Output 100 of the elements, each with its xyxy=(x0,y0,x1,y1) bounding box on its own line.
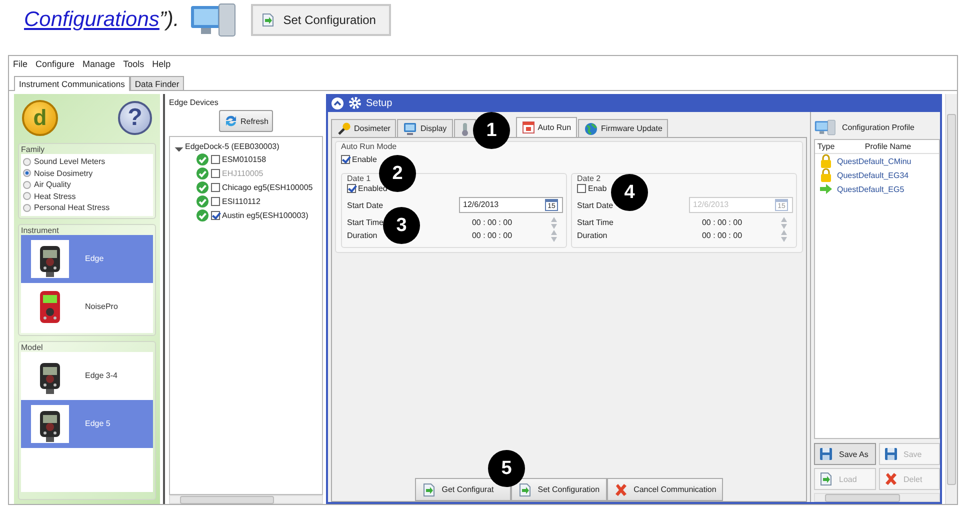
logo: d xyxy=(22,100,58,136)
tab[interactable]: Data Finder xyxy=(130,76,184,90)
check-icon xyxy=(196,152,209,166)
floppy-icon xyxy=(819,447,833,461)
thermometer-icon xyxy=(460,122,470,136)
checkbox[interactable] xyxy=(211,196,220,206)
checkbox[interactable] xyxy=(211,154,220,164)
check-icon xyxy=(196,180,209,194)
tab[interactable]: Display xyxy=(397,119,453,137)
monitor-icon xyxy=(403,122,418,136)
computer-icon xyxy=(814,118,836,136)
list-item[interactable]: Edge 3-4 xyxy=(21,352,153,400)
checkbox[interactable] xyxy=(347,184,356,193)
lock-icon xyxy=(820,168,832,182)
document-arrow-icon xyxy=(261,13,276,27)
check-icon xyxy=(196,166,209,180)
tab[interactable]: Dosimeter xyxy=(331,119,396,137)
list-item[interactable]: NoisePro xyxy=(21,282,153,330)
tree-item[interactable]: ESM010158 xyxy=(222,154,266,164)
x-icon xyxy=(614,482,628,496)
tree-item[interactable]: ESI110112 xyxy=(222,196,260,206)
time-field[interactable]: 00 : 00 : 00 xyxy=(678,231,766,240)
document-arrow-icon xyxy=(518,482,532,496)
microphone-icon xyxy=(337,122,351,136)
document-arrow-icon xyxy=(422,482,436,496)
field-label: Duration xyxy=(347,231,378,240)
table-cell[interactable]: QuestDefault_CMinu xyxy=(837,156,939,166)
field-label: Start Date xyxy=(577,200,614,210)
radio-button[interactable] xyxy=(23,204,31,212)
field-label: Start Date xyxy=(347,200,384,210)
group-title: Model xyxy=(21,342,44,352)
checkbox-label: Enab xyxy=(588,184,607,193)
menu-item[interactable]: Configure xyxy=(36,59,75,69)
table-cell[interactable]: QuestDefault_EG34 xyxy=(837,170,939,180)
action-button[interactable]: Set Configuration xyxy=(510,478,607,501)
radio-label: Personal Heat Stress xyxy=(34,203,110,212)
document-arrow-icon xyxy=(819,472,833,486)
computer-icon xyxy=(189,2,238,38)
profile-button[interactable]: Save As xyxy=(814,443,876,465)
gear-icon xyxy=(348,96,362,110)
tab[interactable]: Auto Run xyxy=(516,117,578,137)
time-field[interactable]: 00 : 00 : 00 xyxy=(678,218,766,227)
checkbox[interactable] xyxy=(341,154,350,164)
collapse-icon xyxy=(331,96,344,110)
arrow-icon xyxy=(819,183,833,195)
radio-button[interactable] xyxy=(23,192,31,200)
link[interactable]: Configurations xyxy=(24,8,160,32)
radio-label: Sound Level Meters xyxy=(34,157,106,166)
radio-label: Noise Dosimetry xyxy=(34,168,93,178)
radio-label: Air Quality xyxy=(34,180,71,190)
table-cell[interactable]: QuestDefault_EG5 xyxy=(837,184,939,194)
checkbox[interactable] xyxy=(211,210,220,220)
tab[interactable] xyxy=(454,119,476,137)
column-header: Type xyxy=(816,142,836,151)
vertical-scrollbar[interactable] xyxy=(945,94,957,504)
radio-button[interactable] xyxy=(23,180,31,189)
horizontal-scrollbar[interactable] xyxy=(169,495,323,504)
tree-item[interactable]: Austin eg5(ESH100003) xyxy=(222,210,308,220)
group-title: Date 2 xyxy=(577,174,602,183)
checkbox[interactable] xyxy=(211,182,220,192)
x-icon xyxy=(884,472,898,486)
radio-button[interactable] xyxy=(23,158,31,166)
calendar-icon xyxy=(522,121,535,134)
check-icon xyxy=(196,194,209,208)
column-header: Profile Name xyxy=(864,142,912,151)
action-button[interactable]: Cancel Communication xyxy=(606,478,724,501)
checkbox-label: Enable xyxy=(352,154,377,164)
help-icon[interactable]: ? xyxy=(118,101,152,135)
tree-item[interactable]: Chicago eg5(ESH100005 xyxy=(222,182,313,192)
menu-item[interactable]: Tools xyxy=(123,59,144,69)
panel-title: Setup xyxy=(366,98,392,108)
group-title: Auto Run Mode xyxy=(341,142,398,151)
group-title: Family xyxy=(21,145,46,154)
checkbox[interactable] xyxy=(577,184,586,193)
globe-icon xyxy=(584,122,598,136)
group-title: Instrument xyxy=(21,226,60,234)
menu-item[interactable]: Help xyxy=(152,59,171,69)
radio-label: Heat Stress xyxy=(34,192,76,201)
horizontal-scrollbar[interactable] xyxy=(814,493,940,502)
closing-punctuation: ”). xyxy=(159,8,180,32)
floppy-icon xyxy=(884,447,898,461)
field-label: Start Time xyxy=(577,218,614,227)
menu-item[interactable]: Manage xyxy=(82,59,116,69)
menu-item[interactable]: File xyxy=(13,59,28,69)
check-icon xyxy=(196,208,209,222)
panel-title: Configuration Profile xyxy=(842,122,914,132)
field-label: Duration xyxy=(577,231,608,240)
action-button[interactable]: Get Configurat xyxy=(414,478,511,501)
time-field[interactable]: 00 : 00 : 00 xyxy=(448,231,536,240)
field-label: Start Time xyxy=(347,218,384,227)
refresh-button[interactable]: Refresh xyxy=(219,110,272,132)
panel-title: Edge Devices xyxy=(169,98,218,107)
time-field[interactable]: 00 : 00 : 00 xyxy=(448,218,536,227)
tab[interactable]: Instrument Communications xyxy=(14,76,130,91)
group-title: Date 1 xyxy=(347,174,372,183)
set-configuration-button[interactable]: Set Configuration xyxy=(251,4,392,36)
lock-icon xyxy=(820,154,832,168)
radio-button[interactable] xyxy=(23,169,31,178)
tab[interactable]: Firmware Update xyxy=(578,119,668,137)
tree-item[interactable]: EdgeDock-5 (EEB030003) xyxy=(185,142,280,150)
